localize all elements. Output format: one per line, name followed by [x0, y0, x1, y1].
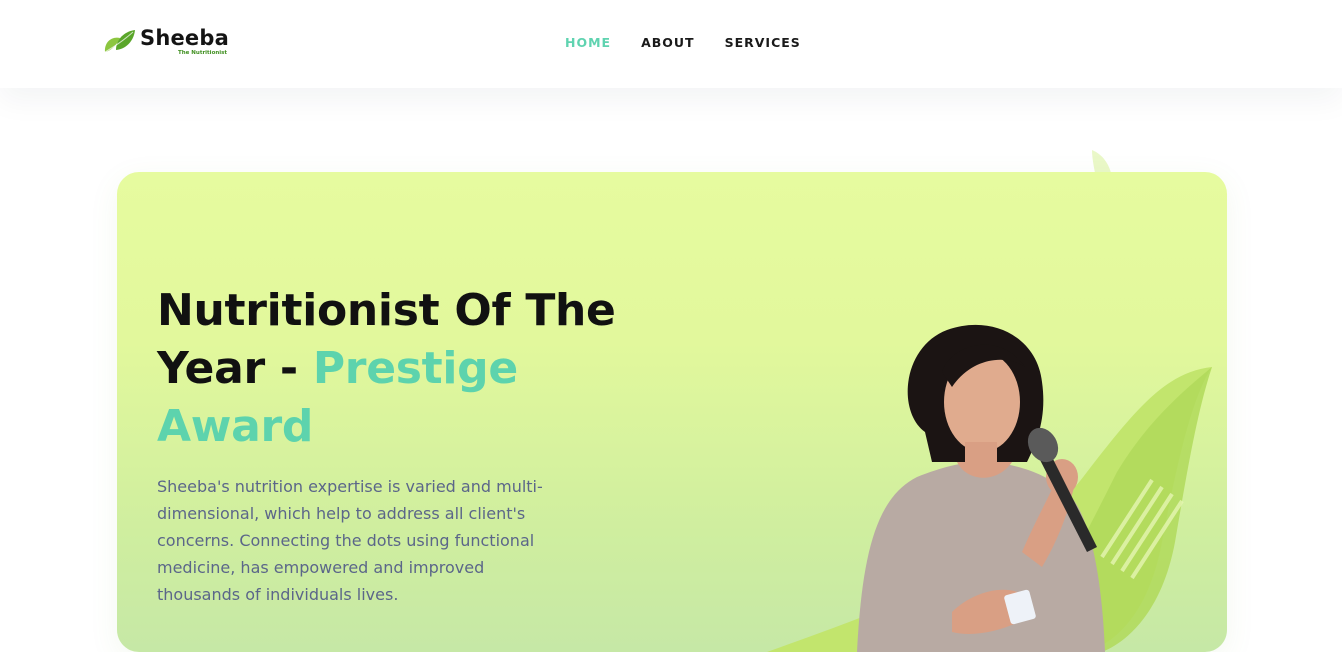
leaf-icon — [104, 30, 135, 53]
site-header: Sheeba The Nutritionist HOME ABOUT SERVI… — [0, 0, 1342, 88]
hero-banner: Nutritionist Of The Year - Prestige Awar… — [117, 172, 1227, 652]
hero-description: Sheeba's nutrition expertise is varied a… — [157, 477, 543, 604]
nav-services[interactable]: SERVICES — [725, 35, 801, 50]
nav-home[interactable]: HOME — [565, 35, 611, 50]
speaker-photo — [767, 324, 1212, 652]
logo-link[interactable]: Sheeba The Nutritionist — [102, 26, 232, 62]
nav-about[interactable]: ABOUT — [641, 35, 695, 50]
main-nav: HOME ABOUT SERVICES — [565, 35, 801, 50]
hero-title: Nutritionist Of The Year - Prestige Awar… — [157, 282, 627, 456]
brand-tagline: The Nutritionist — [178, 50, 228, 56]
brand-name: Sheeba — [140, 26, 229, 50]
